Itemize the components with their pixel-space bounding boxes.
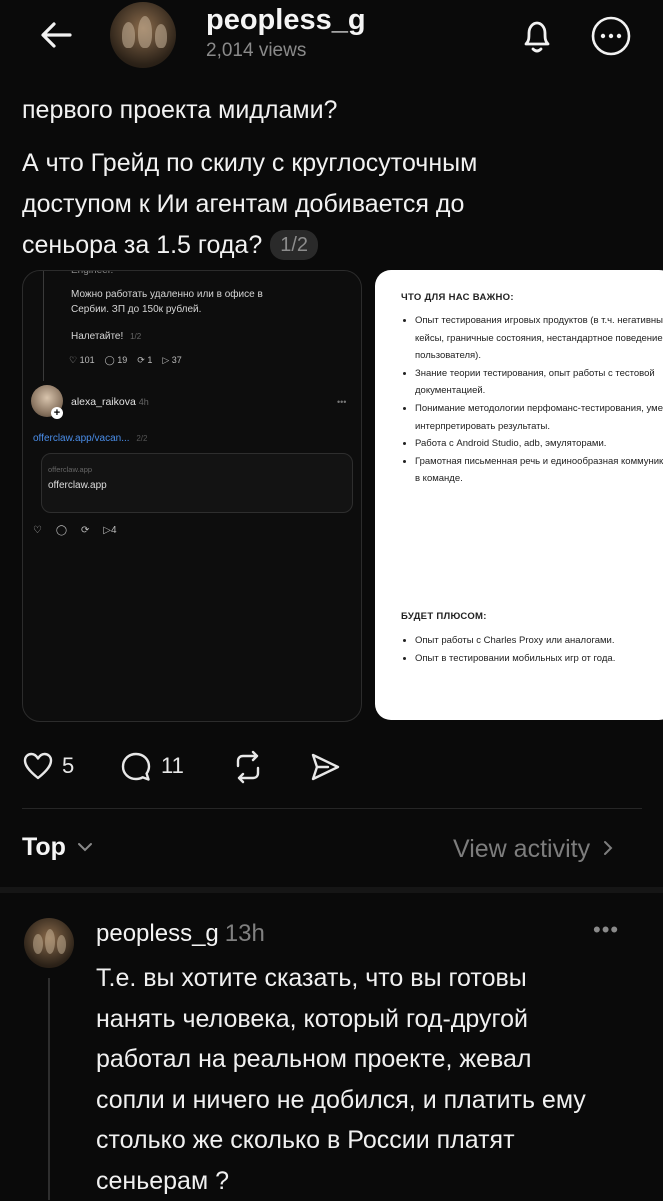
reply-link-text: offerclaw.app/vacan... bbox=[33, 433, 130, 444]
section-separator bbox=[0, 887, 663, 893]
share-icon bbox=[308, 751, 342, 783]
repost-icon: ⟳ bbox=[137, 355, 145, 365]
repost-icon bbox=[230, 750, 266, 784]
list-item: Опыт тестирования игровых продуктов (в т… bbox=[415, 312, 663, 365]
post-text-last: сеньора за 1.5 года? bbox=[22, 231, 262, 259]
thread-line bbox=[43, 271, 44, 381]
repost-button[interactable] bbox=[230, 750, 266, 784]
divider bbox=[22, 808, 642, 809]
heart-icon bbox=[22, 750, 54, 782]
reply-user: alexa_raikova 4h bbox=[71, 395, 149, 410]
comment-header: peopless_g13h bbox=[96, 920, 265, 948]
mini-shares: 37 bbox=[172, 355, 182, 365]
share-icon: ▷ bbox=[162, 355, 169, 365]
image-text-cta: Налетайте! bbox=[71, 331, 123, 342]
comment-button[interactable] bbox=[119, 750, 153, 784]
link-card-domain: offerclaw.app bbox=[48, 462, 92, 477]
reply-action-row: ♡ ◯ ⟳ ▷4 bbox=[33, 523, 117, 538]
mini-reposts: 1 bbox=[147, 355, 152, 365]
clipped-text: Engineer. bbox=[71, 270, 113, 278]
image-text: Можно работать удаленно или в офисе в bbox=[71, 287, 263, 302]
image-heading: БУДЕТ ПЛЮСОМ: bbox=[401, 611, 487, 622]
post-text-line: доступом к Ии агентам добивается до bbox=[22, 184, 642, 225]
comment-icon: ◯ bbox=[105, 355, 115, 365]
post-image-requirements[interactable]: ЧТО ДЛЯ НАС ВАЖНО: Опыт тестирования игр… bbox=[375, 270, 663, 720]
reply-time: 4h bbox=[139, 397, 149, 407]
comment-line: сеньерам ? bbox=[96, 1161, 646, 1201]
repost-icon: ⟳ bbox=[81, 525, 89, 536]
chevron-down-icon bbox=[77, 842, 93, 852]
comment-icon bbox=[119, 750, 153, 784]
reply-link: offerclaw.app/vacan... 2/2 bbox=[33, 431, 147, 446]
image-text: Сербии. ЗП до 150к рублей. bbox=[71, 302, 201, 317]
comment-line: работал на реальном проекте, жевал bbox=[96, 1039, 646, 1080]
bell-icon[interactable] bbox=[515, 14, 559, 58]
list-item: Опыт работы с Charles Proxy или аналогам… bbox=[415, 632, 663, 650]
post-image-thread[interactable]: Engineer. Можно работать удаленно или в … bbox=[22, 270, 362, 722]
comment-text: Т.е. вы хотите сказать, что вы готовы на… bbox=[96, 958, 646, 1201]
reply-pager: 2/2 bbox=[136, 434, 147, 443]
comment-count: 11 bbox=[161, 753, 184, 779]
heart-icon: ♡ bbox=[33, 525, 42, 536]
chevron-right-icon bbox=[603, 840, 613, 856]
comment-username[interactable]: peopless_g bbox=[96, 920, 219, 947]
plus-list: Опыт работы с Charles Proxy или аналогам… bbox=[401, 632, 663, 667]
comment-line: сопли и ничего не добился, и платить ему bbox=[96, 1080, 646, 1121]
sort-label: Top bbox=[22, 833, 66, 861]
list-item: Грамотная письменная речь и единообразна… bbox=[415, 453, 663, 488]
comment-line: нанять человека, который год-другой bbox=[96, 999, 646, 1040]
list-item: Работа с Android Studio, adb, эмуляторам… bbox=[415, 435, 663, 453]
views-count: 2,014 views bbox=[206, 40, 306, 62]
requirements-list: Опыт тестирования игровых продуктов (в т… bbox=[401, 312, 663, 488]
comment-line: Т.е. вы хотите сказать, что вы готовы bbox=[96, 958, 646, 999]
list-item: Опыт в тестировании мобильных игр от год… bbox=[415, 650, 663, 668]
image-text: Налетайте! 1/2 bbox=[71, 329, 141, 344]
post-text-line: сеньора за 1.5 года? 1/2 bbox=[22, 225, 642, 266]
back-arrow-icon[interactable] bbox=[36, 18, 76, 52]
more-dots-icon[interactable]: ••• bbox=[593, 917, 619, 943]
comment-time: 13h bbox=[225, 920, 265, 947]
like-count: 5 bbox=[62, 753, 74, 779]
reply-username: alexa_raikova bbox=[71, 396, 136, 408]
mini-pager: 1/2 bbox=[130, 332, 141, 341]
reply-shares: 4 bbox=[111, 525, 117, 536]
image-heading: ЧТО ДЛЯ НАС ВАЖНО: bbox=[401, 292, 514, 303]
sort-dropdown[interactable]: Top bbox=[22, 833, 93, 862]
post-text-line: А что Грейд по скилу с круглосуточным bbox=[22, 143, 642, 184]
avatar[interactable] bbox=[110, 2, 176, 68]
view-activity-label: View activity bbox=[453, 835, 590, 863]
comment-icon: ◯ bbox=[56, 525, 67, 536]
post-header: peopless_g 2,014 views bbox=[0, 0, 663, 82]
comment-line: столько же сколько в России платят bbox=[96, 1120, 646, 1161]
heart-icon: ♡ bbox=[69, 355, 77, 365]
share-button[interactable] bbox=[308, 751, 342, 783]
post-text-line: первого проекта мидлами? bbox=[22, 90, 642, 131]
mini-comments: 19 bbox=[117, 355, 127, 365]
mini-likes: 101 bbox=[80, 355, 95, 365]
list-item: Понимание методологии перфоманс-тестиров… bbox=[415, 400, 663, 435]
header-username[interactable]: peopless_g bbox=[206, 4, 366, 37]
list-item: Знание теории тестирования, опыт работы … bbox=[415, 365, 663, 400]
mini-action-row: ♡ 101 ◯ 19 ⟳ 1 ▷ 37 bbox=[69, 353, 182, 368]
thread-line bbox=[48, 978, 50, 1200]
share-icon: ▷ bbox=[103, 525, 111, 536]
view-activity-link[interactable]: View activity bbox=[453, 835, 613, 864]
more-dots-icon: ••• bbox=[337, 395, 346, 410]
avatar[interactable] bbox=[24, 918, 74, 968]
image-pager: 1/2 bbox=[270, 230, 318, 260]
more-circle-icon[interactable] bbox=[589, 14, 633, 58]
link-preview-card: offerclaw.app offerclaw.app bbox=[41, 453, 353, 513]
link-card-title: offerclaw.app bbox=[48, 478, 107, 493]
like-button[interactable] bbox=[22, 750, 54, 782]
follow-plus-icon: + bbox=[51, 407, 63, 419]
